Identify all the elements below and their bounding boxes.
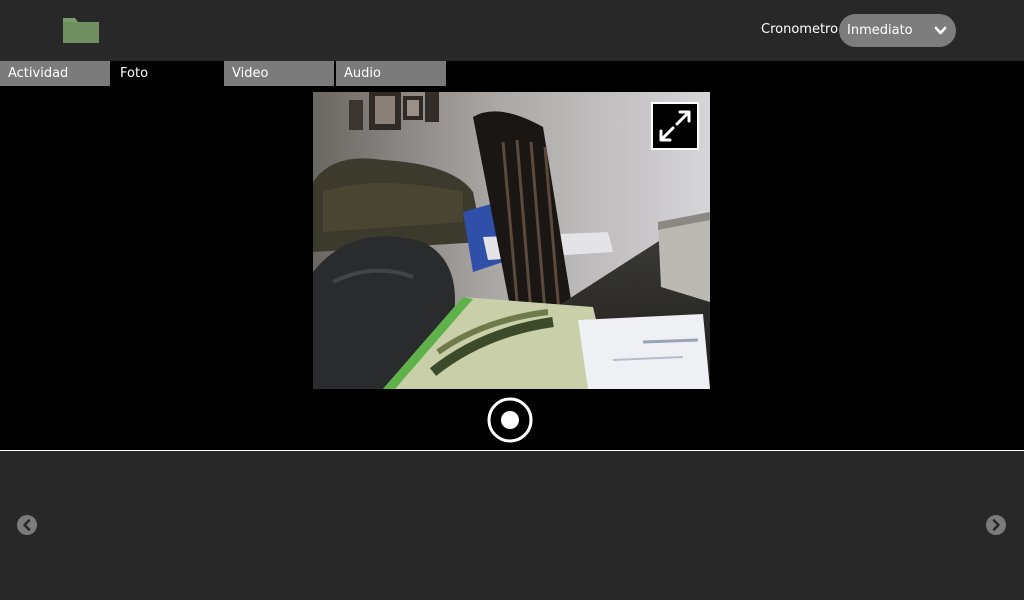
chevron-left-icon	[17, 515, 37, 535]
tab-video[interactable]: Video	[224, 61, 334, 86]
folder-icon	[63, 18, 99, 43]
tab-audio[interactable]: Audio	[336, 61, 446, 86]
tab-bar: Actividad Foto Video Audio	[0, 61, 1024, 86]
timer-select[interactable]: Inmediato	[839, 14, 956, 47]
toolbar: Cronometro Inmediato	[0, 0, 1024, 61]
timer-select-value: Inmediato	[847, 23, 913, 38]
tab-foto[interactable]: Foto	[112, 61, 222, 86]
fullscreen-expand-icon	[651, 102, 699, 150]
shutter-button[interactable]	[486, 396, 534, 444]
timer-label: Cronometro	[761, 22, 839, 37]
tray-next-button[interactable]	[986, 515, 1006, 535]
record-shutter-icon	[487, 397, 533, 443]
activity-button[interactable]	[60, 15, 102, 46]
thumbnail-tray	[0, 451, 1024, 600]
chevron-down-icon	[934, 26, 947, 35]
fullscreen-button[interactable]	[651, 102, 699, 150]
tab-actividad[interactable]: Actividad	[0, 61, 110, 86]
tray-prev-button[interactable]	[17, 515, 37, 535]
chevron-right-icon	[986, 515, 1006, 535]
